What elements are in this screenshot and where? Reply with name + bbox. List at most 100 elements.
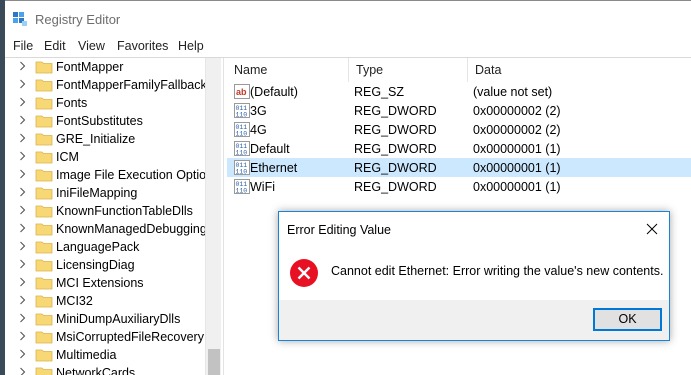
svg-text:110: 110	[236, 112, 248, 119]
value-name: Ethernet	[250, 161, 298, 175]
value-row[interactable]: ab (Default) REG_SZ (value not set)	[227, 82, 691, 101]
tree-item[interactable]: IniFileMapping	[5, 184, 205, 202]
error-dialog: Error Editing Value Cannot edit Ethernet…	[278, 211, 670, 341]
menu-edit[interactable]: Edit	[44, 39, 66, 53]
tree-item[interactable]: KnownFunctionTableDlls	[5, 202, 205, 220]
tree-item-label: IniFileMapping	[56, 186, 138, 200]
tree-item[interactable]: KnownManagedDebugging	[5, 220, 207, 238]
registry-editor-window: Registry Editor File Edit View Favorites…	[5, 0, 691, 375]
menu-file[interactable]: File	[13, 39, 33, 53]
registry-editor-app-icon	[13, 12, 27, 26]
tree-item-label: MCI Extensions	[56, 276, 144, 290]
tree-item-label: GRE_Initialize	[56, 132, 136, 146]
chevron-right-icon[interactable]	[19, 367, 26, 375]
folder-icon	[35, 241, 53, 254]
dialog-message: Cannot edit Ethernet: Error writing the …	[331, 264, 664, 278]
folder-icon	[35, 97, 53, 110]
tree-item[interactable]: ICM	[5, 148, 205, 166]
column-header-name[interactable]: Name	[227, 58, 349, 82]
pane-splitter[interactable]	[223, 58, 226, 375]
tree-item-label: MsiCorruptedFileRecovery	[56, 330, 204, 344]
tree-item[interactable]: FontMapperFamilyFallback	[5, 76, 207, 94]
column-header-type-label: Type	[356, 63, 384, 77]
tree-item-label: FontMapper	[56, 60, 124, 74]
key-tree[interactable]: FontMapper FontMapperFamilyFallback Fonts F…	[5, 58, 225, 375]
menu-favorites[interactable]: Favorites	[117, 39, 168, 53]
chevron-right-icon[interactable]	[19, 331, 26, 341]
folder-icon	[35, 349, 53, 362]
chevron-right-icon[interactable]	[19, 205, 26, 215]
chevron-right-icon[interactable]	[19, 259, 26, 269]
scrollbar-thumb[interactable]	[208, 349, 220, 375]
folder-icon	[35, 205, 53, 218]
value-type: REG_DWORD	[354, 104, 437, 118]
value-row[interactable]: 011 110 WiFi REG_DWORD 0x00000001 (1)	[227, 177, 691, 196]
value-type: REG_DWORD	[354, 123, 437, 137]
menu-help[interactable]: Help	[178, 39, 204, 53]
tree-item-label: FontSubstitutes	[56, 114, 143, 128]
chevron-right-icon[interactable]	[19, 241, 26, 251]
tree-item-label: Multimedia	[56, 348, 117, 362]
tree-item-label: Image File Execution Option	[56, 168, 214, 182]
chevron-right-icon[interactable]	[19, 169, 26, 179]
chevron-right-icon[interactable]	[19, 115, 26, 125]
binary-value-icon: 011110	[234, 179, 250, 194]
tree-item[interactable]: FontMapper	[5, 58, 205, 76]
tree-item[interactable]: Image File Execution Option	[5, 166, 213, 184]
value-type: REG_DWORD	[354, 161, 437, 175]
tree-item[interactable]: Fonts	[5, 94, 205, 112]
chevron-right-icon[interactable]	[19, 349, 26, 359]
column-header-type[interactable]: Type	[349, 58, 468, 82]
chevron-right-icon[interactable]	[19, 79, 26, 89]
value-type: REG_DWORD	[354, 142, 437, 156]
chevron-right-icon[interactable]	[19, 313, 26, 323]
tree-item-label: NetworkCards	[56, 366, 136, 375]
value-row[interactable]: 011 110 4G REG_DWORD 0x00000002 (2)	[227, 120, 691, 139]
value-name: Default	[250, 142, 290, 156]
column-header-data-label: Data	[475, 63, 502, 77]
error-icon	[290, 259, 318, 287]
value-data: 0x00000002 (2)	[473, 123, 561, 137]
value-row[interactable]: 011 110 Default REG_DWORD 0x00000001 (1)	[227, 139, 691, 158]
tree-item[interactable]: NetworkCards	[5, 364, 205, 375]
title-bar[interactable]: Registry Editor	[5, 1, 691, 37]
tree-item[interactable]: GRE_Initialize	[5, 130, 205, 148]
tree-item[interactable]: MiniDumpAuxiliaryDlls	[5, 310, 205, 328]
string-value-icon: ab	[234, 84, 250, 99]
binary-value-icon: 011110	[234, 103, 250, 118]
tree-item[interactable]: LanguagePack	[5, 238, 205, 256]
tree-item-label: MCI32	[56, 294, 93, 308]
ok-button[interactable]: OK	[593, 308, 662, 331]
tree-item-label: FontMapperFamilyFallback	[56, 78, 207, 92]
chevron-right-icon[interactable]	[19, 223, 26, 233]
value-row[interactable]: 011 110 Ethernet REG_DWORD 0x00000001 (1)	[227, 158, 691, 177]
chevron-right-icon[interactable]	[19, 151, 26, 161]
value-row[interactable]: 011 110 3G REG_DWORD 0x00000002 (2)	[227, 101, 691, 120]
column-header-data[interactable]: Data	[468, 58, 691, 82]
chevron-right-icon[interactable]	[19, 187, 26, 197]
folder-icon	[35, 133, 53, 146]
tree-item[interactable]: LicensingDiag	[5, 256, 205, 274]
value-type: REG_DWORD	[354, 180, 437, 194]
tree-item[interactable]: MCI32	[5, 292, 205, 310]
tree-item[interactable]: FontSubstitutes	[5, 112, 205, 130]
chevron-right-icon[interactable]	[19, 61, 26, 71]
binary-value-icon: 011110	[234, 141, 250, 156]
tree-item-label: Fonts	[56, 96, 88, 110]
tree-item-label: MiniDumpAuxiliaryDlls	[56, 312, 181, 326]
folder-icon	[35, 169, 53, 182]
tree-scrollbar[interactable]	[205, 58, 221, 375]
menu-view[interactable]: View	[78, 39, 105, 53]
chevron-right-icon[interactable]	[19, 277, 26, 287]
folder-icon	[35, 331, 53, 344]
dialog-footer: OK	[279, 300, 669, 340]
folder-icon	[35, 115, 53, 128]
close-icon[interactable]	[641, 218, 663, 240]
chevron-right-icon[interactable]	[19, 133, 26, 143]
value-data: 0x00000001 (1)	[473, 142, 561, 156]
chevron-right-icon[interactable]	[19, 295, 26, 305]
tree-item[interactable]: MCI Extensions	[5, 274, 205, 292]
tree-item[interactable]: Multimedia	[5, 346, 205, 364]
chevron-right-icon[interactable]	[19, 97, 26, 107]
tree-item[interactable]: MsiCorruptedFileRecovery	[5, 328, 205, 346]
